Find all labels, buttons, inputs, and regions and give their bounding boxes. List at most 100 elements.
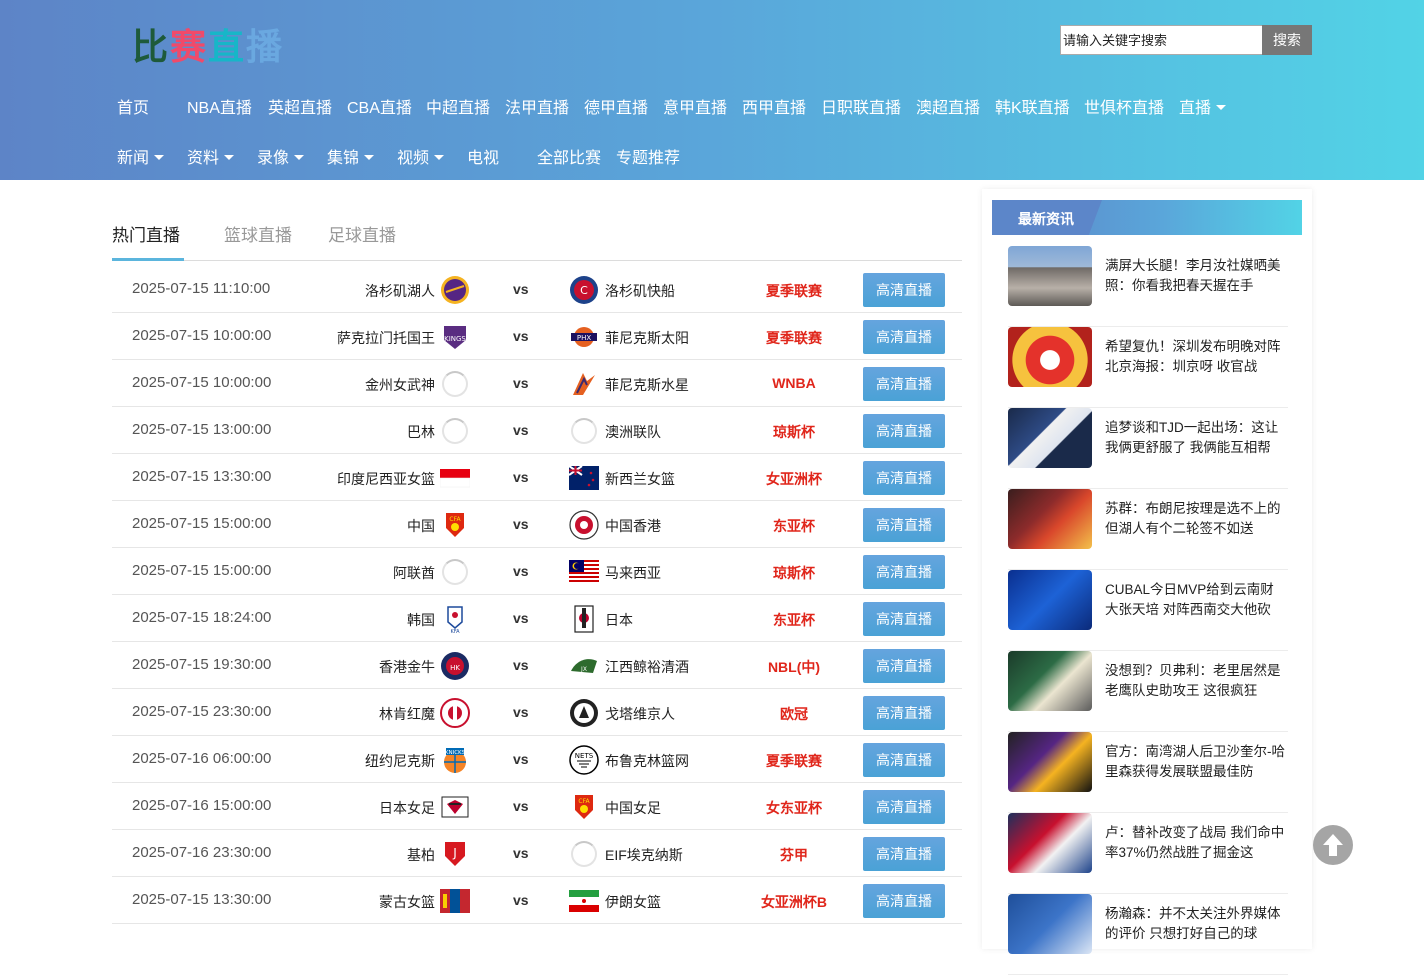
- news-item[interactable]: 杨瀚森：并不太关注外界媒体的评价 只想打好自己的球: [1008, 894, 1288, 975]
- back-to-top-button[interactable]: [1313, 825, 1353, 865]
- news-item[interactable]: 希望复仇！深圳发布明晚对阵北京海报：圳京呀 收官战: [1008, 327, 1288, 408]
- match-row[interactable]: 2025-07-15 13:30:00 蒙古女篮 vs 伊朗女篮 女亚洲杯B 高清直播: [112, 877, 962, 924]
- home-team-name[interactable]: 韩国: [407, 610, 435, 630]
- news-item[interactable]: 追梦谈和TJD一起出场：这让我俩更舒服了 我俩能互相帮: [1008, 408, 1288, 489]
- away-team-name[interactable]: 江西鲸裕清酒: [605, 657, 689, 677]
- nav-item[interactable]: 录像: [257, 144, 305, 168]
- hd-live-button[interactable]: 高清直播: [863, 320, 945, 354]
- news-thumbnail[interactable]: [1008, 246, 1092, 306]
- news-thumbnail[interactable]: [1008, 732, 1092, 792]
- away-team-name[interactable]: 中国香港: [605, 516, 661, 536]
- home-team-name[interactable]: 中国: [407, 516, 435, 536]
- match-row[interactable]: 2025-07-15 13:30:00 印度尼西亚女篮 vs 新西兰女篮 女亚洲杯 高清直…: [112, 454, 962, 501]
- match-row[interactable]: 2025-07-16 15:00:00 日本女足 vs CFA 中国女足 女东亚杯 高清直播: [112, 783, 962, 830]
- nav-item[interactable]: 澳超直播: [916, 94, 980, 118]
- league-name[interactable]: WNBA: [752, 375, 836, 391]
- news-thumbnail[interactable]: [1008, 408, 1092, 468]
- home-team-name[interactable]: 萨克拉门托国王: [337, 328, 435, 348]
- home-team-name[interactable]: 纽约尼克斯: [365, 751, 435, 771]
- hd-live-button[interactable]: 高清直播: [863, 743, 945, 777]
- nav-item[interactable]: 新闻: [117, 144, 165, 168]
- news-thumbnail[interactable]: [1008, 813, 1092, 873]
- nav-item[interactable]: 世俱杯直播: [1084, 94, 1164, 118]
- league-name[interactable]: 欧冠: [752, 704, 836, 724]
- hd-live-button[interactable]: 高清直播: [863, 602, 945, 636]
- league-name[interactable]: 夏季联赛: [752, 328, 836, 348]
- league-name[interactable]: 女东亚杯: [752, 798, 836, 818]
- league-name[interactable]: 女亚洲杯: [752, 469, 836, 489]
- hd-live-button[interactable]: 高清直播: [863, 790, 945, 824]
- news-thumbnail[interactable]: [1008, 651, 1092, 711]
- home-team-name[interactable]: 蒙古女篮: [379, 892, 435, 912]
- home-team-name[interactable]: 印度尼西亚女篮: [337, 469, 435, 489]
- news-thumbnail[interactable]: [1008, 489, 1092, 549]
- hd-live-button[interactable]: 高清直播: [863, 837, 945, 871]
- news-headline[interactable]: 满屏大长腿！李月汝社媒晒美照：你看我把春天握在手: [1105, 256, 1285, 296]
- nav-item[interactable]: 首页: [117, 94, 149, 118]
- league-name[interactable]: 芬甲: [752, 845, 836, 865]
- league-name[interactable]: NBL(中): [752, 657, 836, 677]
- match-row[interactable]: 2025-07-15 11:10:00 洛杉矶湖人 vs C 洛杉矶快船 夏季联赛 高清直播: [112, 266, 962, 313]
- search-button[interactable]: 搜索: [1262, 25, 1312, 55]
- hd-live-button[interactable]: 高清直播: [863, 555, 945, 589]
- hd-live-button[interactable]: 高清直播: [863, 696, 945, 730]
- hd-live-button[interactable]: 高清直播: [863, 649, 945, 683]
- match-row[interactable]: 2025-07-15 18:24:00 韩国 KFA vs 日本 东亚杯 高清直播: [112, 595, 962, 642]
- league-name[interactable]: 东亚杯: [752, 516, 836, 536]
- nav-item[interactable]: 资料: [187, 144, 235, 168]
- home-team-name[interactable]: 金州女武神: [365, 375, 435, 395]
- away-team-name[interactable]: 日本: [605, 610, 633, 630]
- hd-live-button[interactable]: 高清直播: [863, 273, 945, 307]
- site-logo[interactable]: 比赛直播: [132, 18, 284, 70]
- match-row[interactable]: 2025-07-15 10:00:00 金州女武神 vs 菲尼克斯水星 WNBA 高清直播: [112, 360, 962, 407]
- nav-item[interactable]: 日职联直播: [821, 94, 901, 118]
- nav-item[interactable]: 韩K联直播: [995, 94, 1070, 118]
- league-name[interactable]: 琼斯杯: [752, 422, 836, 442]
- home-team-name[interactable]: 阿联酋: [393, 563, 435, 583]
- hd-live-button[interactable]: 高清直播: [863, 461, 945, 495]
- nav-item[interactable]: NBA直播: [187, 94, 252, 118]
- news-item[interactable]: 没想到？贝弗利：老里居然是老鹰队史助攻王 这很疯狂: [1008, 651, 1288, 732]
- match-row[interactable]: 2025-07-15 10:00:00 萨克拉门托国王 KINGS vs PHX 菲尼克斯…: [112, 313, 962, 360]
- nav-item[interactable]: 直播: [1179, 94, 1227, 118]
- tab-hot-live[interactable]: 热门直播: [112, 221, 180, 246]
- home-team-name[interactable]: 香港金牛: [379, 657, 435, 677]
- nav-item[interactable]: 西甲直播: [742, 94, 806, 118]
- tab-basketball-live[interactable]: 篮球直播: [224, 221, 292, 246]
- home-team-name[interactable]: 日本女足: [379, 798, 435, 818]
- match-row[interactable]: 2025-07-15 15:00:00 中国 CFA vs 中国香港 东亚杯 高清直播: [112, 501, 962, 548]
- nav-item[interactable]: 德甲直播: [584, 94, 648, 118]
- away-team-name[interactable]: 菲尼克斯水星: [605, 375, 689, 395]
- match-row[interactable]: 2025-07-15 13:00:00 巴林 vs 澳洲联队 琼斯杯 高清直播: [112, 407, 962, 454]
- away-team-name[interactable]: 新西兰女篮: [605, 469, 675, 489]
- news-headline[interactable]: 卢：替补改变了战局 我们命中率37%仍然战胜了掘金这: [1105, 823, 1285, 863]
- nav-item[interactable]: 视频: [397, 144, 445, 168]
- away-team-name[interactable]: 布鲁克林篮网: [605, 751, 689, 771]
- match-row[interactable]: 2025-07-15 15:00:00 阿联酋 vs 马来西亚 琼斯杯 高清直播: [112, 548, 962, 595]
- nav-item[interactable]: 专题推荐: [616, 144, 680, 168]
- league-name[interactable]: 女亚洲杯B: [752, 892, 836, 912]
- news-item[interactable]: 官方：南湾湖人后卫沙奎尔-哈里森获得发展联盟最佳防: [1008, 732, 1288, 813]
- away-team-name[interactable]: 澳洲联队: [605, 422, 661, 442]
- nav-item[interactable]: 法甲直播: [505, 94, 569, 118]
- news-thumbnail[interactable]: [1008, 327, 1092, 387]
- home-team-name[interactable]: 林肯红魔: [379, 704, 435, 724]
- news-thumbnail[interactable]: [1008, 570, 1092, 630]
- away-team-name[interactable]: 伊朗女篮: [605, 892, 661, 912]
- home-team-name[interactable]: 巴林: [407, 422, 435, 442]
- league-name[interactable]: 琼斯杯: [752, 563, 836, 583]
- news-headline[interactable]: 追梦谈和TJD一起出场：这让我俩更舒服了 我俩能互相帮: [1105, 418, 1285, 458]
- news-item[interactable]: CUBAL今日MVP给到云南财大张天培 对阵西南交大他砍: [1008, 570, 1288, 651]
- league-name[interactable]: 东亚杯: [752, 610, 836, 630]
- hd-live-button[interactable]: 高清直播: [863, 414, 945, 448]
- hd-live-button[interactable]: 高清直播: [863, 508, 945, 542]
- nav-item[interactable]: 英超直播: [268, 94, 332, 118]
- news-headline[interactable]: 杨瀚森：并不太关注外界媒体的评价 只想打好自己的球: [1105, 904, 1285, 944]
- tab-football-live[interactable]: 足球直播: [328, 221, 396, 246]
- away-team-name[interactable]: 戈塔维京人: [605, 704, 675, 724]
- away-team-name[interactable]: EIF埃克纳斯: [605, 845, 683, 865]
- nav-item[interactable]: 意甲直播: [663, 94, 727, 118]
- news-headline[interactable]: 没想到？贝弗利：老里居然是老鹰队史助攻王 这很疯狂: [1105, 661, 1285, 701]
- news-item[interactable]: 满屏大长腿！李月汝社媒晒美照：你看我把春天握在手: [1008, 246, 1288, 327]
- home-team-name[interactable]: 洛杉矶湖人: [365, 281, 435, 301]
